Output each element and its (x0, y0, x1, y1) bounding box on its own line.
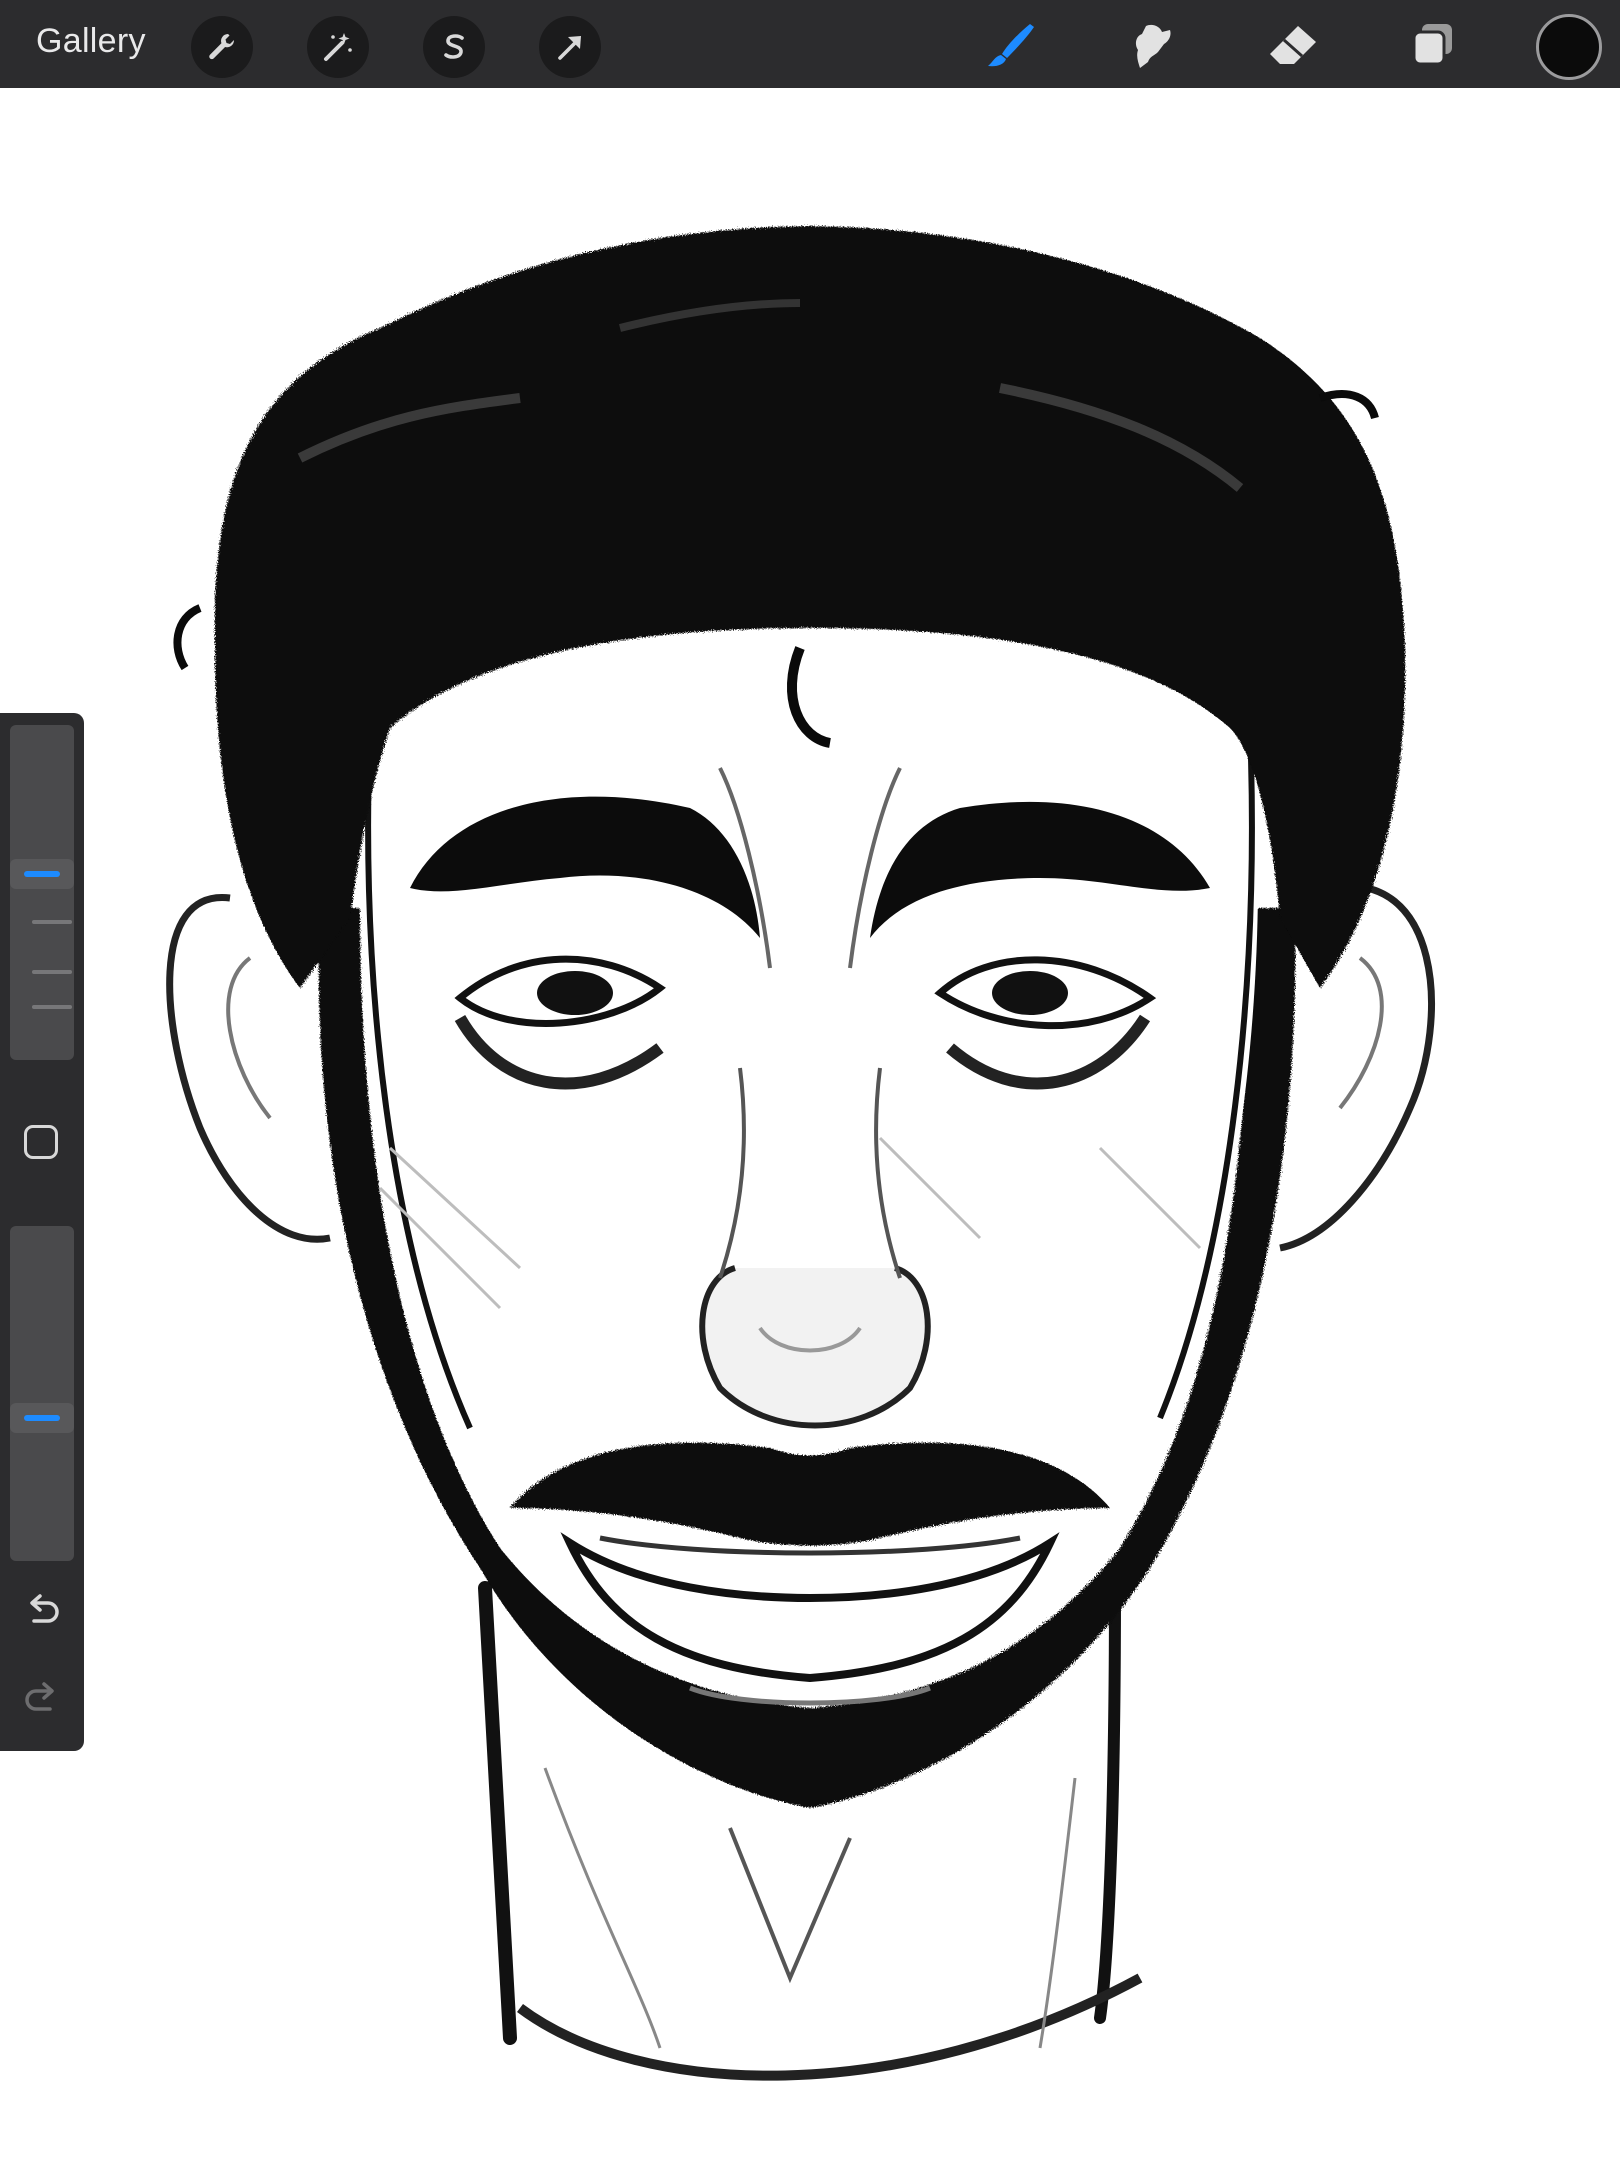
color-picker-swatch[interactable] (1536, 14, 1602, 80)
magic-wand-icon (324, 33, 352, 61)
top-toolbar: Gallery (0, 0, 1620, 88)
gallery-button[interactable]: Gallery (36, 22, 146, 61)
eraser-icon (1270, 26, 1316, 64)
adjustments-wand-button[interactable] (307, 16, 369, 78)
smudge-icon (1135, 24, 1171, 68)
brush-tool-button[interactable] (982, 18, 1042, 74)
layers-button[interactable] (1402, 18, 1462, 74)
smudge-tool-button[interactable] (1122, 18, 1182, 74)
wrench-icon (209, 34, 235, 60)
undo-button[interactable] (20, 1591, 64, 1631)
modify-button[interactable] (24, 1125, 58, 1159)
brush-icon (988, 24, 1034, 67)
transform-button[interactable] (539, 16, 601, 78)
side-bar (0, 713, 84, 1751)
slider-tick (32, 920, 72, 924)
transform-arrow-icon (558, 36, 581, 60)
eraser-tool-button[interactable] (1262, 18, 1322, 74)
selection-s-icon (444, 34, 464, 59)
drawing-canvas[interactable] (0, 88, 1620, 2160)
brush-size-slider[interactable] (10, 725, 74, 1060)
slider-tick (32, 1005, 72, 1009)
selection-button[interactable] (423, 16, 485, 78)
portrait-sketch (166, 226, 1435, 2081)
redo-icon (25, 1682, 54, 1711)
actions-wrench-button[interactable] (191, 16, 253, 78)
layers-icon (1412, 24, 1452, 66)
redo-button[interactable] (20, 1679, 64, 1719)
opacity-thumb[interactable] (10, 1403, 74, 1433)
undo-icon (30, 1594, 59, 1623)
slider-tick (32, 970, 72, 974)
brush-size-thumb[interactable] (10, 859, 74, 889)
opacity-slider[interactable] (10, 1226, 74, 1561)
